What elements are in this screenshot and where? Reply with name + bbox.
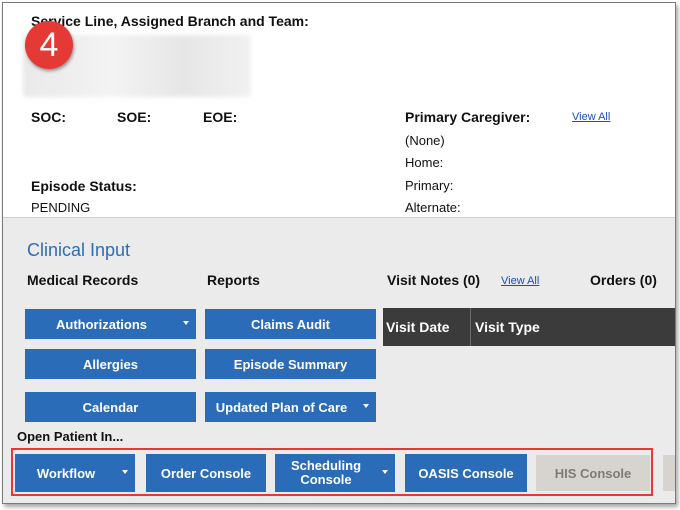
- service-line-label: Service Line, Assigned Branch and Team:: [31, 13, 309, 29]
- updated-plan-of-care-button[interactable]: Updated Plan of Care: [205, 392, 376, 422]
- soe-label: SOE:: [117, 109, 152, 125]
- visit-notes-view-all-link[interactable]: View All: [501, 275, 539, 287]
- workflow-label: Workflow: [36, 465, 96, 481]
- chevron-down-icon: [363, 404, 369, 408]
- calendar-button[interactable]: Calendar: [25, 392, 196, 422]
- scheduling-console-label: Scheduling Console: [290, 458, 362, 487]
- authorizations-label: Authorizations: [56, 316, 147, 332]
- visit-type-column-header[interactable]: Visit Type: [471, 319, 540, 335]
- reports-heading: Reports: [207, 272, 260, 288]
- episode-status-value: PENDING: [31, 200, 91, 215]
- eoe-label: EOE:: [203, 109, 238, 125]
- caregiver-name: (None): [405, 133, 445, 148]
- chevron-down-icon: [122, 470, 128, 474]
- caregiver-home: Home:: [405, 155, 444, 170]
- updated-plan-of-care-label: Updated Plan of Care: [215, 399, 348, 415]
- clinical-input-section: Clinical Input Medical Records Reports V…: [3, 217, 675, 503]
- orders-heading: Orders (0): [590, 272, 657, 288]
- soc-label: SOC:: [31, 109, 66, 125]
- order-console-button[interactable]: Order Console: [146, 454, 266, 492]
- episode-info-section: Service Line, Assigned Branch and Team: …: [3, 3, 675, 217]
- episode-summary-button[interactable]: Episode Summary: [205, 349, 376, 379]
- workflow-button[interactable]: Workflow: [15, 454, 135, 492]
- step-badge: 4: [25, 21, 73, 69]
- visit-notes-grid-header: Visit Date Visit Type: [383, 308, 675, 346]
- patient-episode-panel: Service Line, Assigned Branch and Team: …: [2, 2, 676, 504]
- oasis-console-button[interactable]: OASIS Console: [405, 454, 527, 492]
- authorizations-button[interactable]: Authorizations: [25, 309, 196, 339]
- visit-notes-heading: Visit Notes (0): [387, 272, 481, 288]
- chevron-down-icon: [382, 470, 388, 474]
- allergies-button[interactable]: Allergies: [25, 349, 196, 379]
- caregiver-alternate: Alternate:: [405, 200, 461, 215]
- chevron-down-icon: [183, 321, 189, 325]
- clinical-input-title: Clinical Input: [27, 240, 131, 260]
- scheduling-console-button[interactable]: Scheduling Console: [275, 454, 395, 492]
- his-console-button: HIS Console: [536, 455, 650, 491]
- episode-status-label: Episode Status:: [31, 178, 137, 194]
- caregiver-view-all-link[interactable]: View All: [572, 111, 610, 123]
- primary-caregiver-label: Primary Caregiver:: [405, 109, 531, 125]
- medical-records-heading: Medical Records: [27, 272, 139, 288]
- open-patient-in-label: Open Patient In...: [17, 429, 124, 444]
- visit-date-column-header[interactable]: Visit Date: [383, 308, 471, 346]
- overflow-button: [663, 455, 675, 491]
- claims-audit-button[interactable]: Claims Audit: [205, 309, 376, 339]
- caregiver-primary: Primary:: [405, 178, 454, 193]
